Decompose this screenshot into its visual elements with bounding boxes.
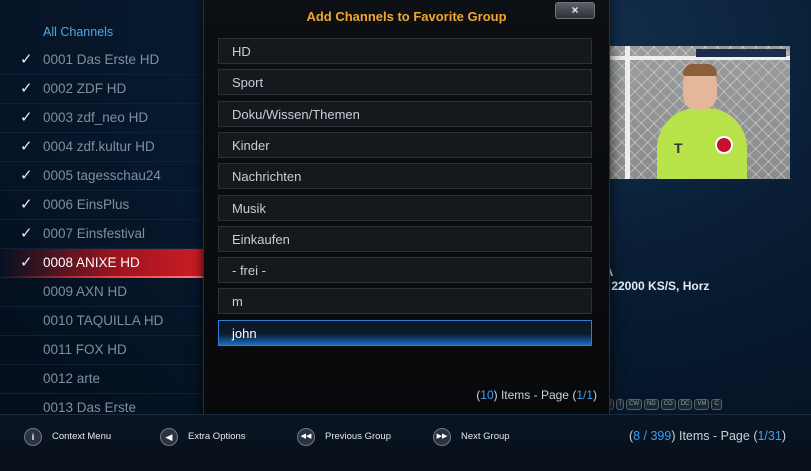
hint-label: Next Group — [461, 431, 510, 442]
channel-row[interactable]: 0012 arte — [0, 365, 205, 394]
channel-row[interactable]: ✓ 0005 tagesschau24 — [0, 162, 205, 191]
channel-row[interactable]: 0011 FOX HD — [0, 336, 205, 365]
goalkeeper — [657, 108, 747, 179]
channel-label: 0007 Einsfestival — [43, 226, 146, 241]
group-item[interactable]: Sport — [218, 69, 592, 96]
status-indicator-icon: CW — [626, 399, 643, 410]
group-item[interactable]: HD — [218, 38, 592, 64]
channel-label: 0011 FOX HD — [43, 342, 127, 357]
dialog-title: Add Channels to Favorite Group — [306, 9, 507, 24]
hint-label: Previous Group — [325, 431, 392, 442]
info-button-icon: i — [24, 428, 42, 446]
list-header[interactable]: All Channels — [0, 18, 205, 46]
checkmark-icon: ✓ — [20, 51, 33, 68]
channel-row[interactable]: ✓ 0003 zdf_neo HD — [0, 104, 205, 133]
channel-row[interactable]: ✓ 0004 zdf.kultur HD — [0, 133, 205, 162]
checkmark-icon: ✓ — [20, 196, 33, 213]
channel-page-number: 1/31 — [757, 429, 782, 443]
rewind-button-icon: ◀◀ — [297, 428, 315, 446]
page-number: 1/1 — [576, 388, 593, 402]
status-icons: i I CW ND CO DC VM C — [607, 399, 722, 410]
transponder-line-2: K, 22000 KS/S, Horz — [596, 279, 710, 293]
bottom-bar: i Context Menu ◀ Extra Options ◀◀ Previo… — [0, 414, 811, 471]
sponsor-logo: T — [674, 140, 683, 156]
checkmark-icon: ✓ — [20, 109, 33, 126]
channel-label: 0008 ANIXE HD — [43, 255, 140, 270]
channel-row[interactable]: 0010 TAQUILLA HD — [0, 307, 205, 336]
goalkeeper-hair — [683, 64, 717, 76]
checkmark-icon: ✓ — [20, 80, 33, 97]
item-count: 10 — [480, 388, 494, 402]
channel-label: 0004 zdf.kultur HD — [43, 139, 155, 154]
status-indicator-icon: ND — [644, 399, 659, 410]
dialog-page-info: (10) Items - Page (1/1) — [476, 388, 597, 402]
channel-label: 0006 EinsPlus — [43, 197, 130, 212]
status-indicator-icon: VM — [694, 399, 710, 410]
left-button-icon: ◀ — [160, 428, 178, 446]
channel-label: 0010 TAQUILLA HD — [43, 313, 164, 328]
status-indicator-icon: CO — [660, 399, 676, 410]
group-item[interactable]: john — [218, 319, 592, 346]
checkmark-icon: ✓ — [20, 167, 33, 184]
group-item[interactable]: Einkaufen — [218, 225, 592, 252]
next-group-hint[interactable]: ▶▶ Next Group — [433, 428, 510, 446]
checkmark-icon: ✓ — [20, 225, 33, 242]
channel-label: 0012 arte — [43, 371, 101, 386]
hint-label: Extra Options — [188, 431, 246, 442]
channel-list: All Channels ✓ 0001 Das Erste HD ✓ 0002 ZDF… — [0, 18, 205, 423]
channel-row[interactable]: ✓ 0002 ZDF HD — [0, 75, 205, 104]
channel-label: 0001 Das Erste HD — [43, 52, 160, 67]
context-menu-hint[interactable]: i Context Menu — [24, 428, 111, 446]
status-indicator-icon: DC — [677, 399, 693, 410]
channel-label: 0013 Das Erste — [43, 400, 137, 415]
status-indicator-icon: I — [616, 399, 625, 410]
extra-options-hint[interactable]: ◀ Extra Options — [160, 428, 246, 446]
previous-group-hint[interactable]: ◀◀ Previous Group — [297, 428, 391, 446]
group-item[interactable]: Nachrichten — [218, 163, 592, 190]
channel-count: 8 / 399 — [633, 429, 672, 443]
favorite-group-dialog: Add Channels to Favorite Group × HD Sport… — [203, 0, 610, 415]
channel-row[interactable]: ✓ 0008 ANIXE HD — [0, 249, 205, 278]
close-button[interactable]: × — [555, 2, 595, 19]
channel-page-info: (8 / 399) Items - Page (1/31) — [628, 429, 786, 443]
group-item[interactable]: Musik — [218, 194, 592, 221]
hint-label: Context Menu — [52, 431, 112, 442]
group-item[interactable]: Kinder — [218, 131, 592, 158]
video-preview: T — [607, 46, 790, 179]
channel-row[interactable]: ✓ 0007 Einsfestival — [0, 220, 205, 249]
channel-label: 0009 AXN HD — [43, 284, 128, 299]
channel-row[interactable]: ✓ 0006 EinsPlus — [0, 191, 205, 220]
channel-label: 0003 zdf_neo HD — [43, 110, 149, 125]
channel-label: 0005 tagesschau24 — [43, 168, 161, 183]
fast-forward-button-icon: ▶▶ — [433, 428, 451, 446]
checkmark-icon: ✓ — [20, 138, 33, 155]
group-item[interactable]: - frei - — [218, 257, 592, 284]
group-item[interactable]: m — [218, 288, 592, 315]
group-item[interactable]: Doku/Wissen/Themen — [218, 100, 592, 127]
club-logo — [715, 136, 733, 154]
status-indicator-icon: C — [711, 399, 722, 410]
channel-row[interactable]: 0009 AXN HD — [0, 278, 205, 307]
channel-row[interactable]: ✓ 0001 Das Erste HD — [0, 46, 205, 75]
channel-label: 0002 ZDF HD — [43, 81, 127, 96]
score-overlay — [696, 49, 786, 57]
checkmark-icon: ✓ — [20, 254, 33, 271]
goal-post — [625, 46, 630, 179]
